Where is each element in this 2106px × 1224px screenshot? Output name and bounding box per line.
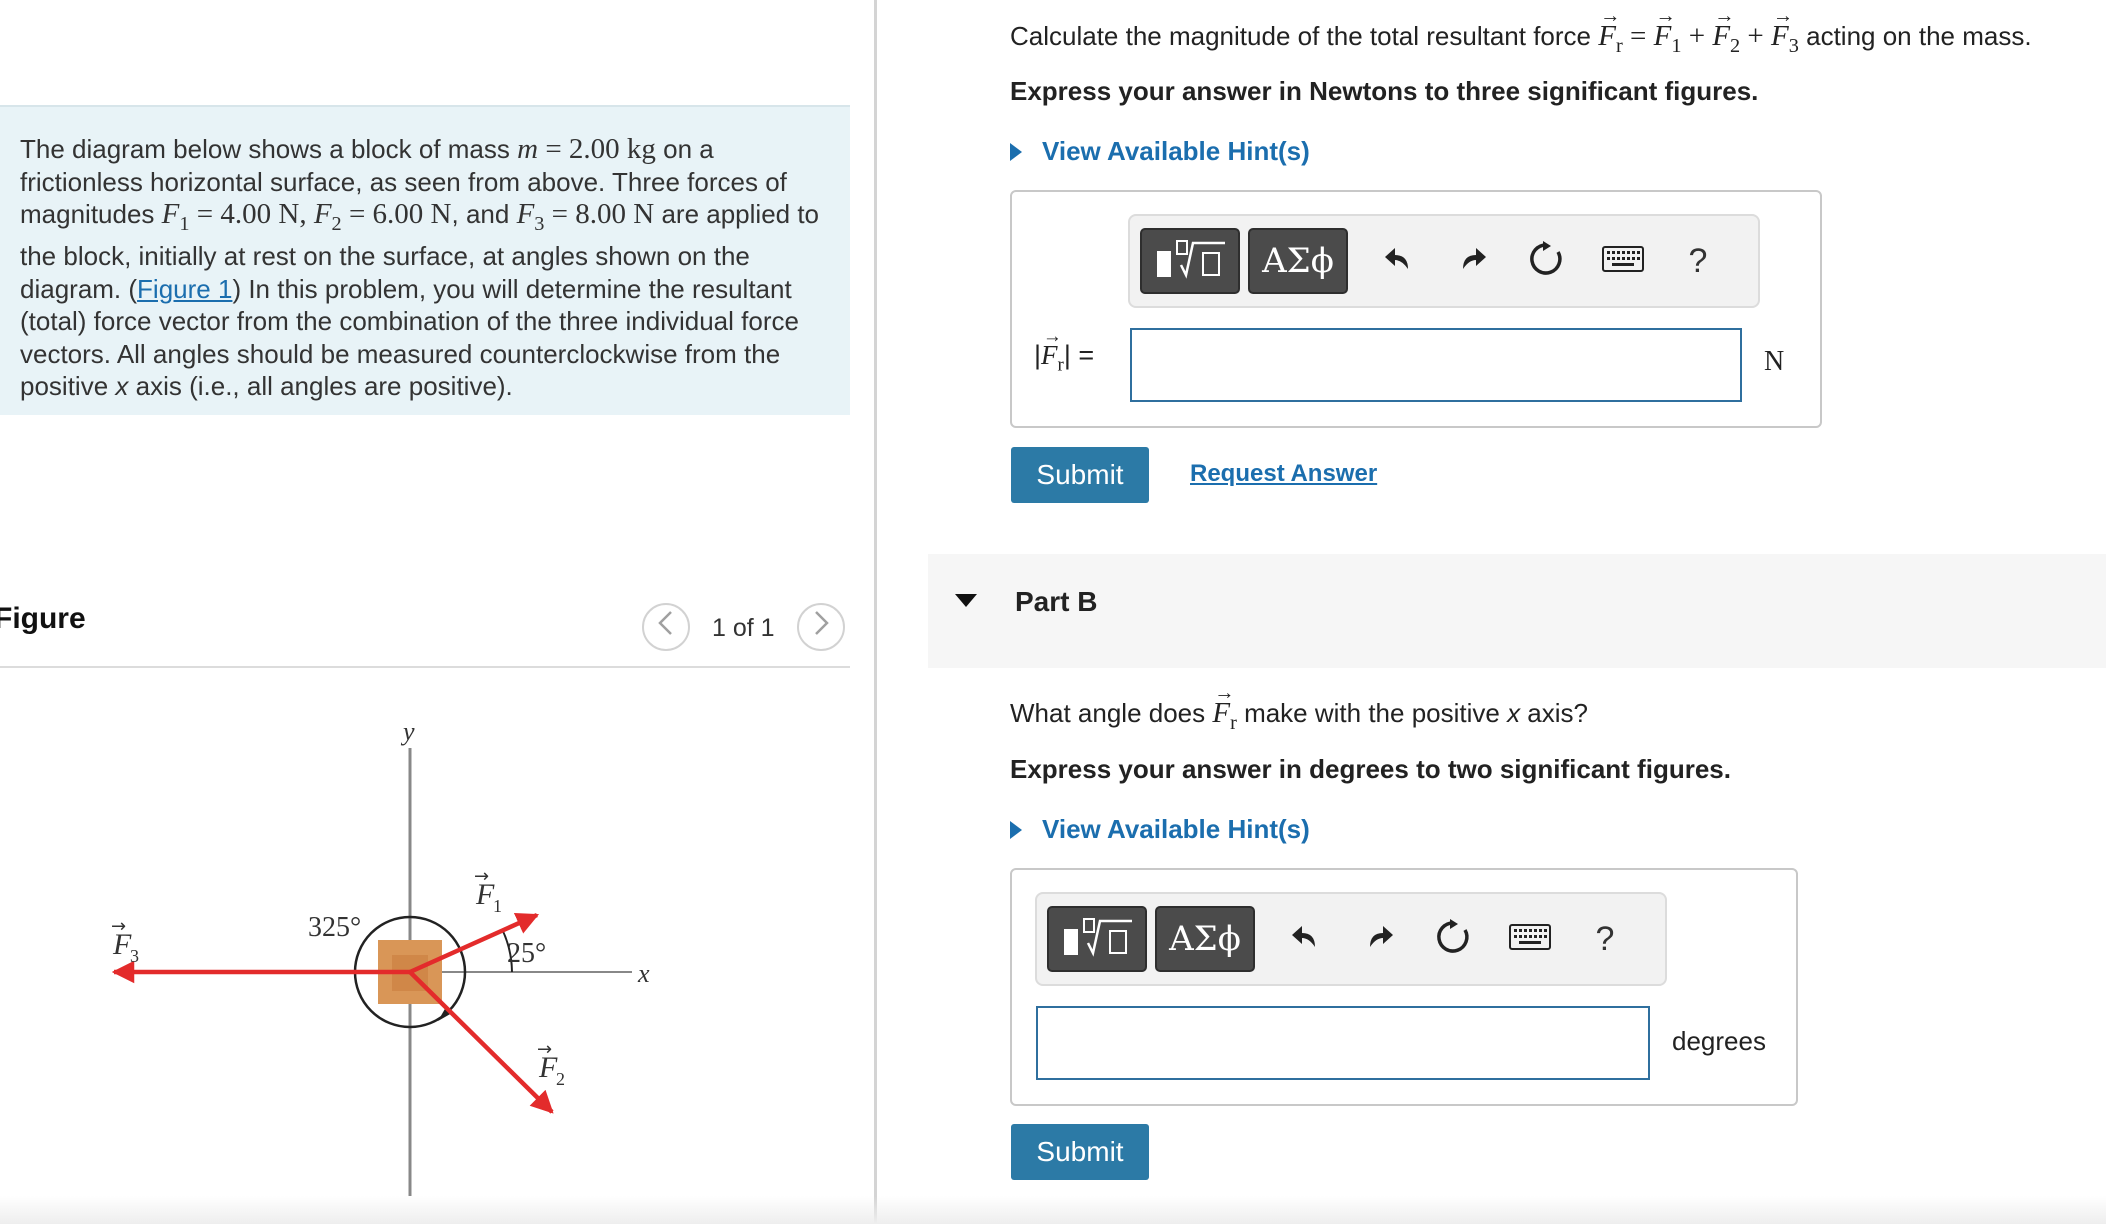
redo-button[interactable] bbox=[1450, 238, 1496, 284]
part-b-question: What angle does Fr make with the positiv… bbox=[1010, 682, 1588, 735]
reset-icon bbox=[1434, 918, 1472, 961]
chevron-right-icon bbox=[811, 610, 831, 644]
part-a-answer-box: ΑΣϕ ? |Fr| = N bbox=[1010, 190, 1822, 428]
reset-button[interactable] bbox=[1523, 238, 1569, 284]
keyboard-icon bbox=[1509, 923, 1551, 955]
part-b-unit: degrees bbox=[1672, 1026, 1766, 1056]
help-icon: ? bbox=[1688, 241, 1708, 280]
caret-right-icon bbox=[1010, 143, 1022, 161]
templates-icon bbox=[1151, 235, 1229, 288]
part-b-answer-box: ΑΣϕ ? degrees bbox=[1010, 868, 1798, 1106]
f3-label-sub: 3 bbox=[130, 946, 139, 966]
f1-label: F bbox=[475, 878, 495, 911]
templates-icon bbox=[1058, 913, 1136, 966]
force-f2-arrow bbox=[408, 970, 554, 1114]
f3-expression: F3 = 8.00 N bbox=[516, 198, 655, 235]
caret-down-icon bbox=[955, 594, 977, 607]
previous-figure-button[interactable] bbox=[642, 603, 690, 651]
column-divider bbox=[874, 0, 877, 1224]
f1-expression: F1 = 4.00 N, bbox=[161, 198, 314, 235]
figure-link[interactable]: Figure 1 bbox=[137, 274, 232, 304]
next-figure-button[interactable] bbox=[797, 603, 845, 651]
part-a-hint-toggle[interactable]: View Available Hint(s) bbox=[1010, 136, 1310, 167]
left-panel: The diagram below shows a block of mass … bbox=[0, 0, 878, 1224]
figure-pager-text: 1 of 1 bbox=[712, 614, 775, 642]
part-a-submit-button[interactable]: Submit bbox=[1011, 447, 1149, 503]
undo-icon bbox=[1288, 920, 1322, 959]
greek-symbols-button[interactable]: ΑΣϕ bbox=[1248, 228, 1348, 294]
part-b-header[interactable]: Part B bbox=[928, 554, 2106, 668]
request-answer-link[interactable]: Request Answer bbox=[1190, 460, 1377, 488]
greek-symbols-button[interactable]: ΑΣϕ bbox=[1155, 906, 1255, 972]
angle-325-label: 325° bbox=[308, 912, 361, 943]
problem-intro: The diagram below shows a block of mass … bbox=[0, 105, 850, 415]
keyboard-icon bbox=[1602, 245, 1644, 277]
x-axis-label: x bbox=[637, 959, 650, 988]
bottom-edge bbox=[0, 1196, 2106, 1224]
part-b-title: Part B bbox=[1015, 586, 1098, 617]
part-a-answer-input[interactable] bbox=[1130, 328, 1742, 402]
redo-icon bbox=[1363, 920, 1397, 959]
undo-button[interactable] bbox=[1282, 916, 1328, 962]
x-axis-ref: x bbox=[115, 371, 129, 402]
f2-label: F bbox=[538, 1051, 558, 1084]
part-b-math-toolbar: ΑΣϕ ? bbox=[1035, 892, 1667, 986]
y-axis-label: y bbox=[400, 717, 415, 746]
templates-button[interactable] bbox=[1140, 228, 1240, 294]
figure-title: Figure bbox=[0, 602, 86, 635]
templates-button[interactable] bbox=[1047, 906, 1147, 972]
f2-label-sub: 2 bbox=[556, 1069, 565, 1089]
redo-icon bbox=[1456, 242, 1490, 281]
angle-25-label: 25° bbox=[507, 938, 546, 969]
part-b-instruction: Express your answer in degrees to two si… bbox=[1010, 754, 1731, 784]
redo-button[interactable] bbox=[1357, 916, 1403, 962]
part-b-submit-button[interactable]: Submit bbox=[1011, 1124, 1149, 1180]
intro-text: axis (i.e., all angles are positive). bbox=[128, 371, 513, 402]
help-icon: ? bbox=[1595, 919, 1615, 958]
part-a-instruction: Express your answer in Newtons to three … bbox=[1010, 76, 1759, 106]
figure-divider bbox=[0, 666, 850, 668]
greek-symbols-icon: ΑΣϕ bbox=[1169, 919, 1241, 959]
reset-button[interactable] bbox=[1430, 916, 1476, 962]
caret-right-icon bbox=[1010, 821, 1022, 839]
f1-label-sub: 1 bbox=[493, 896, 502, 916]
part-b-hint-toggle[interactable]: View Available Hint(s) bbox=[1010, 814, 1310, 845]
undo-icon bbox=[1381, 242, 1415, 281]
part-b-answer-input[interactable] bbox=[1036, 1006, 1650, 1080]
force-diagram: y x 325° 25° → F 1 → F 2 → F 3 bbox=[111, 717, 650, 1196]
greek-symbols-icon: ΑΣϕ bbox=[1262, 241, 1334, 281]
part-a-math-toolbar: ΑΣϕ ? bbox=[1128, 214, 1760, 308]
undo-button[interactable] bbox=[1375, 238, 1421, 284]
part-a-answer-label: |Fr| = bbox=[1034, 326, 1094, 376]
intro-text: , and bbox=[451, 199, 517, 229]
help-button[interactable]: ? bbox=[1675, 238, 1721, 284]
part-a-question: Calculate the magnitude of the total res… bbox=[1010, 5, 2032, 58]
f2-expression: F2 = 6.00 N bbox=[313, 198, 452, 235]
f3-label: F bbox=[112, 928, 132, 961]
reset-icon bbox=[1527, 240, 1565, 283]
chevron-left-icon bbox=[656, 610, 676, 644]
keyboard-button[interactable] bbox=[1597, 238, 1649, 284]
mass-expression: m = 2.00 kg bbox=[517, 133, 656, 165]
keyboard-button[interactable] bbox=[1504, 916, 1556, 962]
help-button[interactable]: ? bbox=[1582, 916, 1628, 962]
intro-text: The diagram below shows a block of mass bbox=[20, 134, 518, 164]
part-a-unit: N bbox=[1764, 346, 1785, 377]
